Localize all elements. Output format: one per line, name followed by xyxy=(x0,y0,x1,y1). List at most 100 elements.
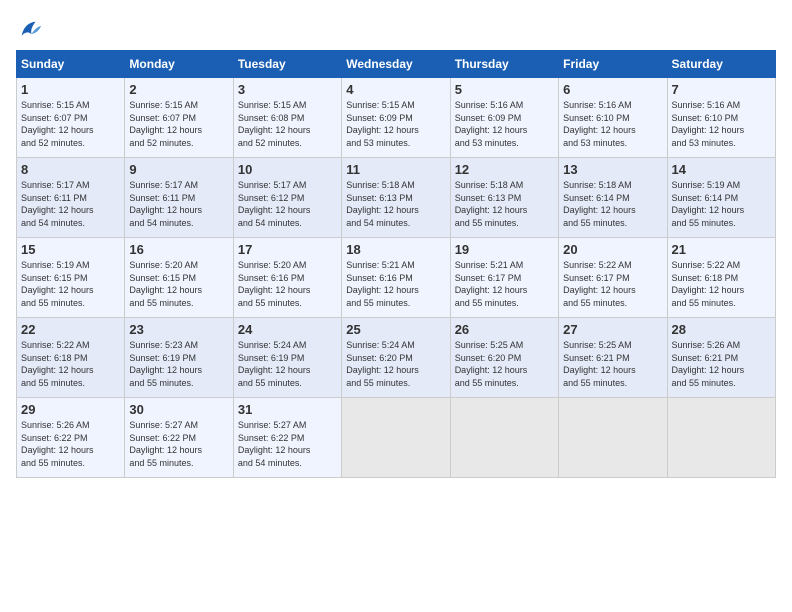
day-number: 3 xyxy=(238,82,337,97)
header-cell-wednesday: Wednesday xyxy=(342,51,450,78)
cell-content: Sunrise: 5:25 AMSunset: 6:20 PMDaylight:… xyxy=(455,339,554,389)
cell-content: Sunrise: 5:22 AMSunset: 6:18 PMDaylight:… xyxy=(21,339,120,389)
calendar-cell: 21Sunrise: 5:22 AMSunset: 6:18 PMDayligh… xyxy=(667,238,775,318)
cell-content: Sunrise: 5:27 AMSunset: 6:22 PMDaylight:… xyxy=(238,419,337,469)
cell-content: Sunrise: 5:19 AMSunset: 6:15 PMDaylight:… xyxy=(21,259,120,309)
cell-content: Sunrise: 5:18 AMSunset: 6:13 PMDaylight:… xyxy=(455,179,554,229)
week-row-1: 1 Sunrise: 5:15 AMSunset: 6:07 PMDaylight… xyxy=(17,78,776,158)
day-number: 24 xyxy=(238,322,337,337)
day-number: 20 xyxy=(563,242,662,257)
cell-content: Sunrise: 5:17 AMSunset: 6:12 PMDaylight:… xyxy=(238,179,337,229)
day-number: 26 xyxy=(455,322,554,337)
day-number: 16 xyxy=(129,242,228,257)
calendar-cell: 30Sunrise: 5:27 AMSunset: 6:22 PMDayligh… xyxy=(125,398,233,478)
day-number: 1 xyxy=(21,82,120,97)
cell-content: Sunrise: 5:16 AMSunset: 6:10 PMDaylight:… xyxy=(563,99,662,149)
logo-icon xyxy=(16,16,44,44)
calendar-cell: 4Sunrise: 5:15 AMSunset: 6:09 PMDaylight… xyxy=(342,78,450,158)
calendar-cell: 26 Sunrise: 5:25 AMSunset: 6:20 PMDayligh… xyxy=(450,318,558,398)
calendar-cell: 17 Sunrise: 5:20 AMSunset: 6:16 PMDayligh… xyxy=(233,238,341,318)
calendar-cell: 27 Sunrise: 5:25 AMSunset: 6:21 PMDayligh… xyxy=(559,318,667,398)
day-number: 10 xyxy=(238,162,337,177)
calendar-cell: 15 Sunrise: 5:19 AMSunset: 6:15 PMDayligh… xyxy=(17,238,125,318)
day-number: 29 xyxy=(21,402,120,417)
week-row-2: 8 Sunrise: 5:17 AMSunset: 6:11 PMDaylight… xyxy=(17,158,776,238)
calendar-cell: 2 Sunrise: 5:15 AMSunset: 6:07 PMDaylight… xyxy=(125,78,233,158)
cell-content: Sunrise: 5:26 AMSunset: 6:21 PMDaylight:… xyxy=(672,339,771,389)
cell-content: Sunrise: 5:23 AMSunset: 6:19 PMDaylight:… xyxy=(129,339,228,389)
header xyxy=(16,16,776,44)
cell-content: Sunrise: 5:15 AMSunset: 6:08 PMDaylight:… xyxy=(238,99,337,149)
header-cell-friday: Friday xyxy=(559,51,667,78)
cell-content: Sunrise: 5:15 AMSunset: 6:07 PMDaylight:… xyxy=(21,99,120,149)
cell-content: Sunrise: 5:20 AMSunset: 6:16 PMDaylight:… xyxy=(238,259,337,309)
calendar-cell: 24 Sunrise: 5:24 AMSunset: 6:19 PMDayligh… xyxy=(233,318,341,398)
calendar-table: SundayMondayTuesdayWednesdayThursdayFrid… xyxy=(16,50,776,478)
week-row-5: 29 Sunrise: 5:26 AMSunset: 6:22 PMDayligh… xyxy=(17,398,776,478)
calendar-cell: 19Sunrise: 5:21 AMSunset: 6:17 PMDayligh… xyxy=(450,238,558,318)
day-number: 5 xyxy=(455,82,554,97)
cell-content: Sunrise: 5:18 AMSunset: 6:13 PMDaylight:… xyxy=(346,179,445,229)
calendar-cell: 31 Sunrise: 5:27 AMSunset: 6:22 PMDayligh… xyxy=(233,398,341,478)
cell-content: Sunrise: 5:15 AMSunset: 6:07 PMDaylight:… xyxy=(129,99,228,149)
day-number: 8 xyxy=(21,162,120,177)
cell-content: Sunrise: 5:16 AMSunset: 6:09 PMDaylight:… xyxy=(455,99,554,149)
calendar-cell: 29 Sunrise: 5:26 AMSunset: 6:22 PMDayligh… xyxy=(17,398,125,478)
week-row-4: 22 Sunrise: 5:22 AMSunset: 6:18 PMDayligh… xyxy=(17,318,776,398)
calendar-cell: 28 Sunrise: 5:26 AMSunset: 6:21 PMDayligh… xyxy=(667,318,775,398)
day-number: 2 xyxy=(129,82,228,97)
day-number: 25 xyxy=(346,322,445,337)
day-number: 31 xyxy=(238,402,337,417)
cell-content: Sunrise: 5:21 AMSunset: 6:16 PMDaylight:… xyxy=(346,259,445,309)
cell-content: Sunrise: 5:16 AMSunset: 6:10 PMDaylight:… xyxy=(672,99,771,149)
day-number: 27 xyxy=(563,322,662,337)
header-row: SundayMondayTuesdayWednesdayThursdayFrid… xyxy=(17,51,776,78)
day-number: 11 xyxy=(346,162,445,177)
calendar-cell: 16 Sunrise: 5:20 AMSunset: 6:15 PMDayligh… xyxy=(125,238,233,318)
header-cell-tuesday: Tuesday xyxy=(233,51,341,78)
calendar-cell: 22 Sunrise: 5:22 AMSunset: 6:18 PMDayligh… xyxy=(17,318,125,398)
day-number: 23 xyxy=(129,322,228,337)
calendar-cell: 18Sunrise: 5:21 AMSunset: 6:16 PMDayligh… xyxy=(342,238,450,318)
day-number: 4 xyxy=(346,82,445,97)
cell-content: Sunrise: 5:21 AMSunset: 6:17 PMDaylight:… xyxy=(455,259,554,309)
day-number: 15 xyxy=(21,242,120,257)
calendar-cell: 5 Sunrise: 5:16 AMSunset: 6:09 PMDaylight… xyxy=(450,78,558,158)
week-row-3: 15 Sunrise: 5:19 AMSunset: 6:15 PMDayligh… xyxy=(17,238,776,318)
cell-content: Sunrise: 5:19 AMSunset: 6:14 PMDaylight:… xyxy=(672,179,771,229)
cell-content: Sunrise: 5:17 AMSunset: 6:11 PMDaylight:… xyxy=(129,179,228,229)
cell-content: Sunrise: 5:24 AMSunset: 6:19 PMDaylight:… xyxy=(238,339,337,389)
calendar-cell xyxy=(559,398,667,478)
calendar-cell: 8Sunrise: 5:17 AMSunset: 6:11 PMDaylight… xyxy=(17,158,125,238)
day-number: 9 xyxy=(129,162,228,177)
day-number: 12 xyxy=(455,162,554,177)
header-cell-thursday: Thursday xyxy=(450,51,558,78)
day-number: 6 xyxy=(563,82,662,97)
header-cell-monday: Monday xyxy=(125,51,233,78)
calendar-cell: 3 Sunrise: 5:15 AMSunset: 6:08 PMDaylight… xyxy=(233,78,341,158)
cell-content: Sunrise: 5:24 AMSunset: 6:20 PMDaylight:… xyxy=(346,339,445,389)
cell-content: Sunrise: 5:20 AMSunset: 6:15 PMDaylight:… xyxy=(129,259,228,309)
calendar-cell: 1 Sunrise: 5:15 AMSunset: 6:07 PMDaylight… xyxy=(17,78,125,158)
calendar-cell: 9 Sunrise: 5:17 AMSunset: 6:11 PMDaylight… xyxy=(125,158,233,238)
calendar-cell xyxy=(342,398,450,478)
calendar-cell: 7 Sunrise: 5:16 AMSunset: 6:10 PMDaylight… xyxy=(667,78,775,158)
day-number: 21 xyxy=(672,242,771,257)
cell-content: Sunrise: 5:25 AMSunset: 6:21 PMDaylight:… xyxy=(563,339,662,389)
cell-content: Sunrise: 5:27 AMSunset: 6:22 PMDaylight:… xyxy=(129,419,228,469)
calendar-cell: 20 Sunrise: 5:22 AMSunset: 6:17 PMDayligh… xyxy=(559,238,667,318)
calendar-cell: 14 Sunrise: 5:19 AMSunset: 6:14 PMDayligh… xyxy=(667,158,775,238)
calendar-cell: 11 Sunrise: 5:18 AMSunset: 6:13 PMDayligh… xyxy=(342,158,450,238)
calendar-cell: 6 Sunrise: 5:16 AMSunset: 6:10 PMDaylight… xyxy=(559,78,667,158)
calendar-cell xyxy=(450,398,558,478)
day-number: 28 xyxy=(672,322,771,337)
calendar-cell xyxy=(667,398,775,478)
day-number: 22 xyxy=(21,322,120,337)
cell-content: Sunrise: 5:22 AMSunset: 6:17 PMDaylight:… xyxy=(563,259,662,309)
day-number: 14 xyxy=(672,162,771,177)
day-number: 7 xyxy=(672,82,771,97)
calendar-cell: 25 Sunrise: 5:24 AMSunset: 6:20 PMDayligh… xyxy=(342,318,450,398)
cell-content: Sunrise: 5:26 AMSunset: 6:22 PMDaylight:… xyxy=(21,419,120,469)
day-number: 17 xyxy=(238,242,337,257)
logo xyxy=(16,16,48,44)
